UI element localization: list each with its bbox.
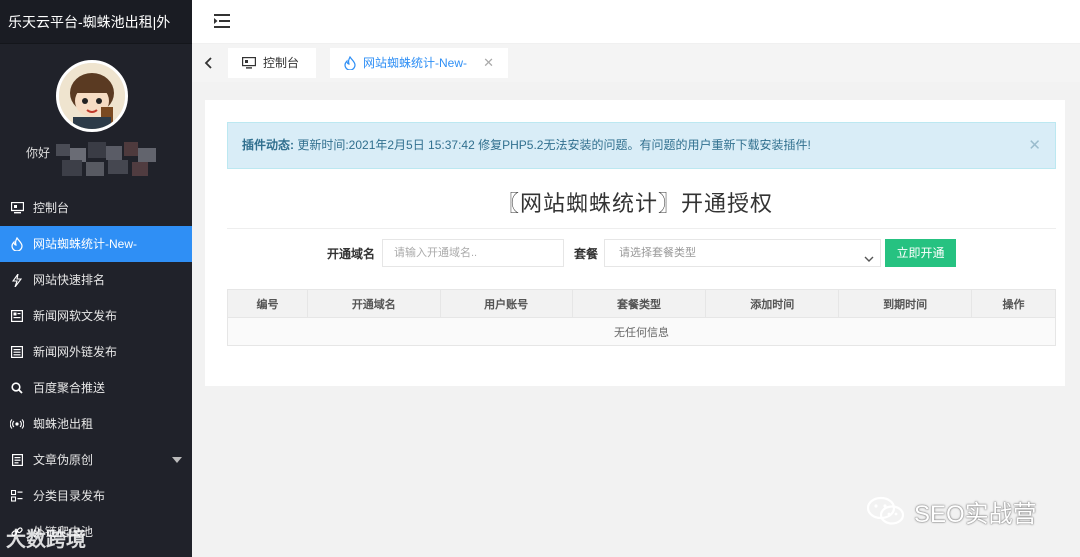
- sidebar-item-label: 百度聚合推送: [33, 381, 106, 395]
- notice-text: 更新时间:2021年2月5日 15:37:42 修复PHP5.2无法安装的问题。…: [294, 138, 811, 152]
- watermark-text: SEO实战营: [914, 500, 1037, 528]
- column-header: 开通域名: [306, 289, 441, 318]
- sidebar-item-label: 分类目录发布: [33, 489, 106, 503]
- menu-toggle-icon[interactable]: [214, 14, 230, 28]
- sidebar-item-category-dir[interactable]: 分类目录发布: [0, 478, 192, 514]
- open-form: 开通域名 套餐 请选择套餐类型 立即开通: [205, 239, 1065, 267]
- plan-select-value: 请选择套餐类型: [619, 247, 696, 259]
- greeting: 你好: [26, 146, 51, 160]
- sidebar-item-label: 网站快速排名: [33, 273, 106, 287]
- sidebar-item-label: 新闻网软文发布: [33, 309, 118, 323]
- sidebar-item-news-link[interactable]: 新闻网外链发布: [0, 334, 192, 370]
- column-header: 到期时间: [838, 289, 973, 318]
- column-header: 添加时间: [705, 289, 840, 318]
- main-card: 插件动态: 更新时间:2021年2月5日 15:37:42 修复PHP5.2无法…: [205, 100, 1065, 386]
- list-icon: [10, 345, 24, 359]
- tab-label: 网站蜘蛛统计-New-: [363, 56, 467, 70]
- table-header-row: 编号 开通域名 用户账号 套餐类型 添加时间 到期时间 操作: [227, 289, 1056, 318]
- close-icon[interactable]: ✕: [483, 48, 494, 78]
- tab-dashboard[interactable]: 控制台: [228, 48, 316, 78]
- domain-input[interactable]: [382, 239, 564, 267]
- tab-bar: 控制台 网站蜘蛛统计-New- ✕: [192, 44, 1080, 82]
- search-icon: [10, 381, 24, 395]
- close-icon[interactable]: ✕: [1028, 123, 1041, 168]
- wechat-icon: [866, 496, 906, 526]
- chevron-down-icon: [864, 248, 874, 262]
- chevron-left-icon[interactable]: [200, 54, 218, 72]
- open-now-button[interactable]: 立即开通: [885, 239, 956, 267]
- divider: [227, 228, 1056, 229]
- chevron-down-icon[interactable]: [172, 457, 182, 463]
- watermark-left: 大数跨境: [6, 522, 86, 552]
- plan-label: 套餐: [574, 247, 599, 261]
- column-header: 编号: [227, 289, 308, 318]
- top-header: [192, 0, 1080, 44]
- sidebar-item-spider-rent[interactable]: 蜘蛛池出租: [0, 406, 192, 442]
- notice-prefix: 插件动态:: [242, 138, 294, 152]
- domain-label: 开通域名: [327, 247, 376, 261]
- avatar[interactable]: [56, 60, 128, 132]
- column-header: 操作: [971, 289, 1056, 318]
- sidebar: 乐天云平台-蜘蛛池出租|外 你好 控制台 网站蜘蛛统计-New- 网站快速排名 …: [0, 0, 192, 557]
- sidebar-menu: 控制台 网站蜘蛛统计-New- 网站快速排名 新闻网软文发布 新闻网外链发布 百…: [0, 190, 192, 550]
- document-icon: [10, 453, 24, 467]
- sidebar-item-label: 蜘蛛池出租: [33, 417, 94, 431]
- column-header: 用户账号: [439, 289, 573, 318]
- redacted-username: [48, 140, 166, 180]
- app-title: 乐天云平台-蜘蛛池出租|外: [0, 0, 192, 44]
- plan-select[interactable]: 请选择套餐类型: [604, 239, 881, 267]
- sidebar-item-fast-rank[interactable]: 网站快速排名: [0, 262, 192, 298]
- broadcast-icon: [10, 417, 24, 431]
- sidebar-item-baidu-push[interactable]: 百度聚合推送: [0, 370, 192, 406]
- sidebar-item-dashboard[interactable]: 控制台: [0, 190, 192, 226]
- category-icon: [10, 489, 24, 503]
- sidebar-item-label: 网站蜘蛛统计-New-: [33, 237, 137, 251]
- page-title: 〖网站蜘蛛统计〗开通授权: [496, 191, 773, 216]
- sidebar-item-pseudo-original[interactable]: 文章伪原创: [0, 442, 192, 478]
- sidebar-item-label: 新闻网外链发布: [33, 345, 118, 359]
- table-row: 无任何信息: [227, 317, 1056, 346]
- sidebar-item-news-article[interactable]: 新闻网软文发布: [0, 298, 192, 334]
- tab-label: 控制台: [263, 56, 300, 70]
- user-panel: 你好: [0, 44, 192, 190]
- watermark-right: SEO实战营: [866, 494, 1066, 528]
- tab-spider-stats[interactable]: 网站蜘蛛统计-New- ✕: [330, 48, 508, 78]
- sidebar-item-label: 文章伪原创: [33, 453, 94, 467]
- column-header: 套餐类型: [571, 289, 707, 318]
- plugin-notice: 插件动态: 更新时间:2021年2月5日 15:37:42 修复PHP5.2无法…: [227, 122, 1056, 169]
- license-table: 编号 开通域名 用户账号 套餐类型 添加时间 到期时间 操作 无任何信息: [227, 289, 1056, 346]
- watermark-text: 大数跨境: [6, 528, 86, 551]
- monitor-icon: [242, 57, 256, 69]
- fire-icon: [10, 237, 24, 251]
- bolt-icon: [10, 273, 24, 287]
- sidebar-item-spider-stats[interactable]: 网站蜘蛛统计-New-: [0, 226, 192, 262]
- fire-icon: [344, 56, 356, 70]
- sidebar-item-label: 控制台: [33, 201, 70, 215]
- empty-message: 无任何信息: [227, 317, 1056, 346]
- monitor-icon: [10, 201, 24, 215]
- newspaper-icon: [10, 309, 24, 323]
